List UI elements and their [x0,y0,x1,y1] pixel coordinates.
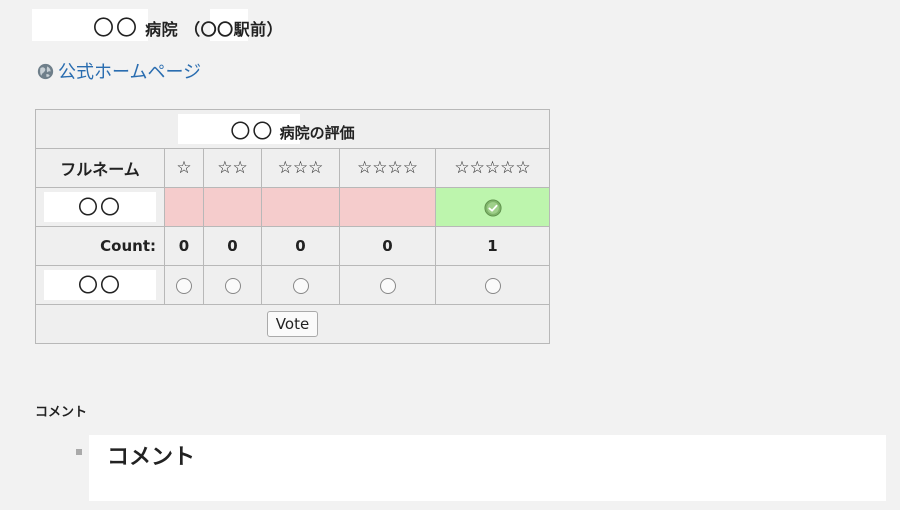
vote-cell [203,265,262,305]
check-circle-icon [483,199,502,217]
homepage-link[interactable]: 公式ホームページ [58,58,201,84]
result-cell [261,187,340,227]
radio-1-star[interactable] [176,278,192,294]
vote-cell [261,265,340,305]
vote-name: 〇〇 [44,270,156,300]
radio-4-star[interactable] [379,278,396,294]
result-name: 〇〇 [44,192,156,222]
vote-button[interactable]: Vote [266,311,319,337]
star-1-header: ☆ [164,148,204,188]
count-5: 1 [435,226,550,266]
hospital-name: 〇〇 [93,16,139,40]
rating-title: 〇〇 病院の評価 [230,119,355,143]
result-cell-selected [435,187,550,227]
hospital-title-rest: 病院 （〇〇駅前） [139,20,284,39]
rating-title-cell: 〇〇 病院の評価 [35,109,550,149]
comments-heading: コメント [35,405,88,420]
list-bullet [76,449,82,455]
rating-title-name: 〇〇 [230,118,275,143]
count-label: Count: [35,226,165,266]
result-cell [203,187,262,227]
page-title: 〇〇 病院 （〇〇駅前） [93,12,283,42]
vote-cell [164,265,204,305]
count-4: 0 [339,226,436,266]
vote-cell [339,265,436,305]
count-3: 0 [261,226,340,266]
result-name-cell: 〇〇 [35,187,165,227]
rating-table: 〇〇 病院の評価 フルネーム ☆ ☆☆ ☆☆☆ ☆☆☆☆ ☆☆☆☆☆ 〇〇 Co… [35,109,550,344]
rating-title-rest: 病院の評価 [274,123,355,142]
count-2: 0 [203,226,262,266]
fullname-header: フルネーム [35,148,165,188]
star-3-header: ☆☆☆ [261,148,340,188]
vote-cell [435,265,550,305]
radio-5-star[interactable] [484,278,501,294]
radio-2-star[interactable] [224,278,241,294]
radio-3-star[interactable] [292,278,309,294]
comment-item: コメント [89,435,886,501]
result-cell [339,187,436,227]
globe-icon [37,63,54,79]
homepage-link-row[interactable]: 公式ホームページ [37,58,201,84]
result-cell [164,187,204,227]
comment-text: コメント [107,445,196,470]
vote-name-cell: 〇〇 [35,265,165,305]
star-2-header: ☆☆ [203,148,262,188]
vote-button-cell: Vote [35,304,550,344]
star-4-header: ☆☆☆☆ [339,148,436,188]
star-5-header: ☆☆☆☆☆ [435,148,550,188]
count-1: 0 [164,226,204,266]
